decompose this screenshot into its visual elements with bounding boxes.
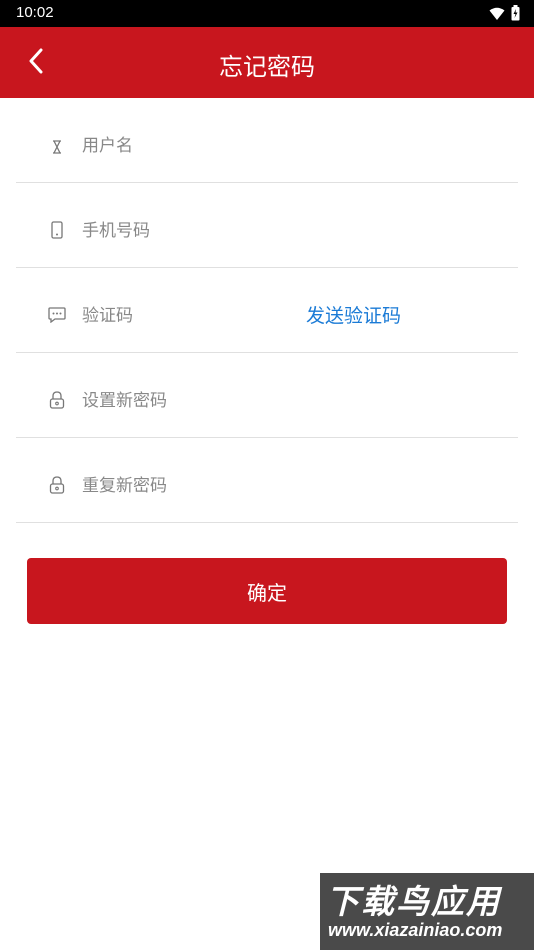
new-password-row	[16, 353, 518, 438]
phone-row	[16, 183, 518, 268]
username-row	[16, 98, 518, 183]
status-time: 10:02	[16, 4, 54, 21]
new-password-input[interactable]	[82, 381, 482, 421]
watermark-url: www.xiazainiao.com	[328, 920, 503, 940]
username-input[interactable]	[82, 126, 482, 166]
message-icon	[48, 306, 66, 324]
code-input[interactable]	[82, 296, 292, 336]
reset-password-form: 发送验证码	[16, 98, 518, 523]
lock-icon	[48, 476, 66, 494]
page-title: 忘记密码	[219, 53, 315, 81]
phone-input[interactable]	[82, 211, 482, 251]
status-bar: 10:02	[0, 0, 534, 27]
status-icons	[489, 5, 520, 25]
wifi-icon	[489, 6, 505, 25]
battery-icon	[511, 5, 520, 25]
watermark-brand: 下载鸟应用	[326, 882, 501, 921]
confirm-button[interactable]: 确定	[27, 558, 507, 624]
app-bar: 忘记密码	[0, 27, 534, 98]
lock-icon	[48, 391, 66, 409]
repeat-password-row	[16, 438, 518, 523]
watermark-logo: 下载鸟应用 www.xiazainiao.com	[320, 873, 534, 950]
repeat-password-input[interactable]	[82, 466, 482, 506]
phone-icon	[48, 221, 66, 239]
user-icon	[48, 138, 66, 156]
send-code-button[interactable]: 发送验证码	[306, 301, 401, 328]
code-row	[16, 268, 518, 353]
